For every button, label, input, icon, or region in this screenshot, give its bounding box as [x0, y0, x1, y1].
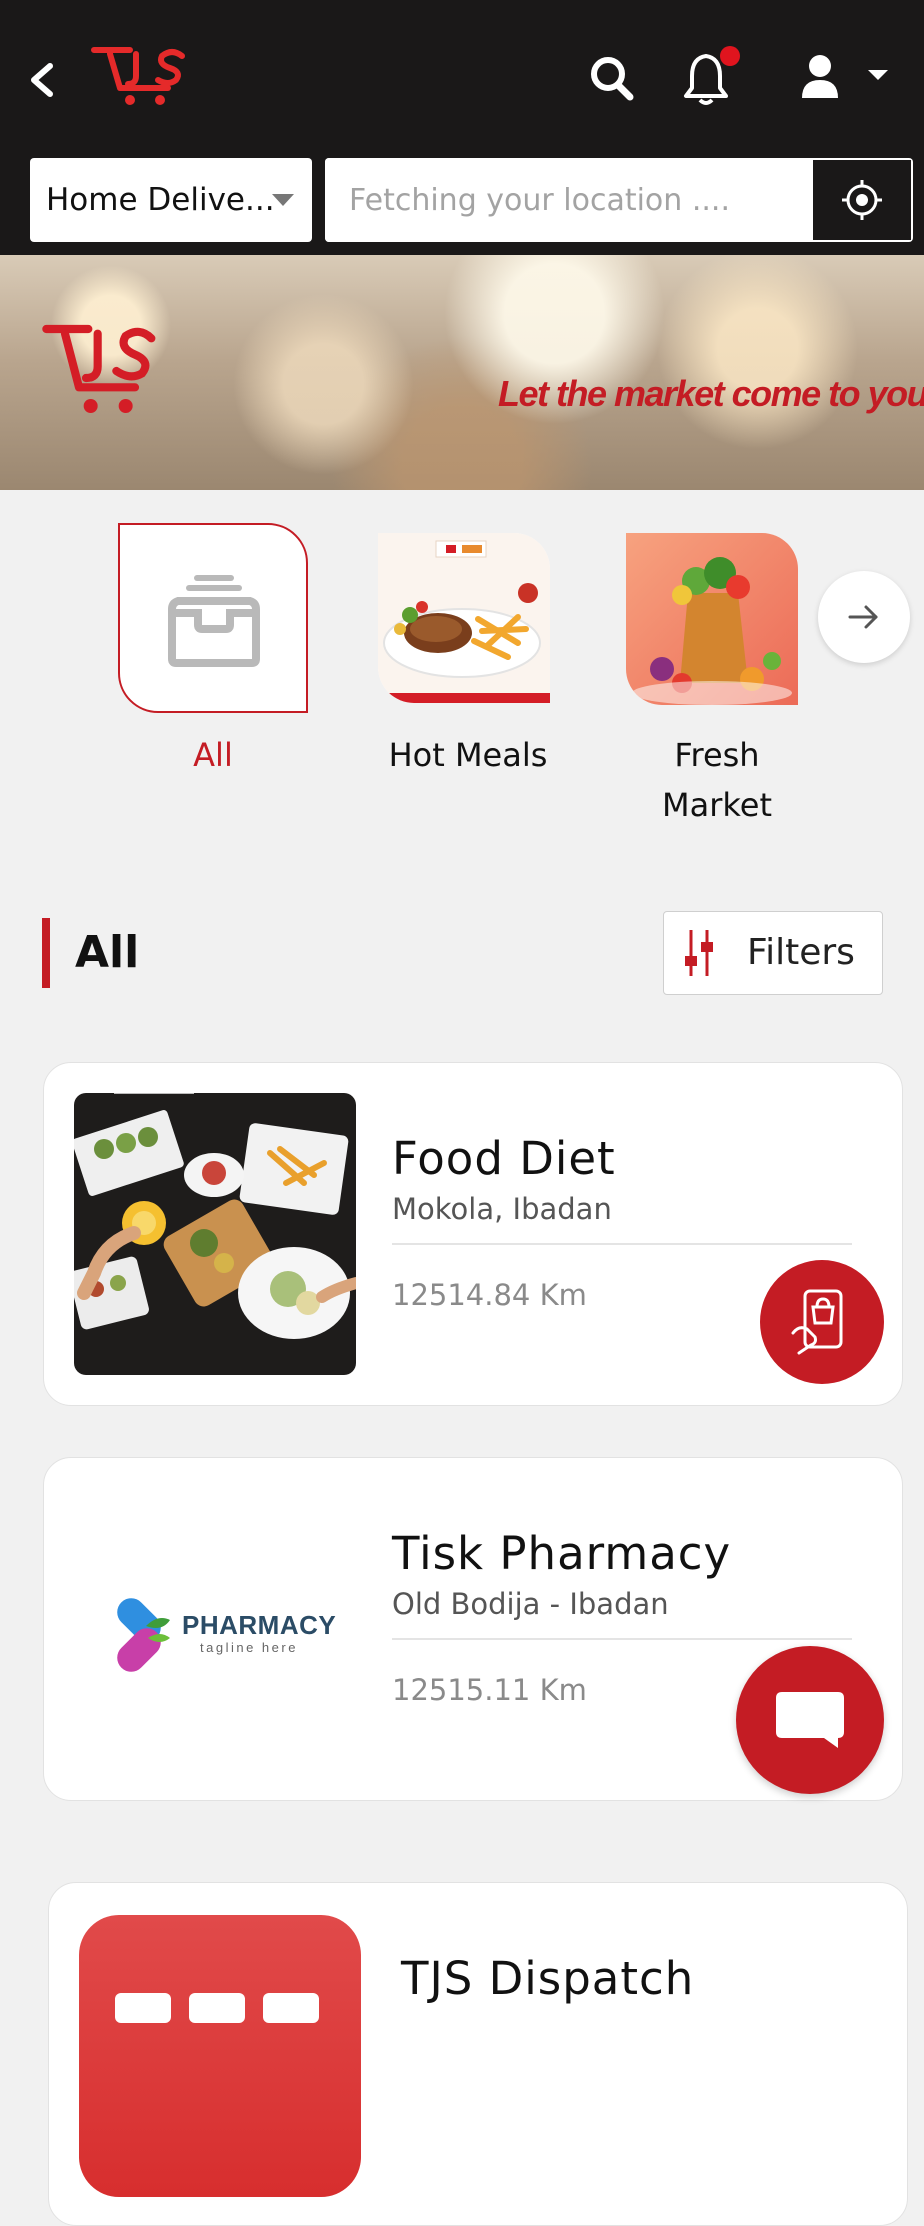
delivery-mode-select[interactable]: Home Delive...: [30, 158, 312, 242]
inbox-icon: [168, 575, 260, 667]
notification-bell-icon[interactable]: [680, 46, 740, 108]
store-name: Food Diet: [392, 1132, 616, 1185]
category-hot-meals-label: Hot Meals: [388, 736, 548, 774]
crosshair-icon: [842, 180, 882, 220]
chat-bubble-icon: [776, 1692, 844, 1748]
category-hot-meals-tile[interactable]: [378, 533, 550, 703]
card-divider: [392, 1638, 852, 1640]
chevron-down-icon: [272, 194, 294, 206]
section-title: All: [75, 927, 140, 978]
pharmacy-logo-tagline: tagline here: [200, 1640, 298, 1655]
store-image-food-diet: [74, 1093, 356, 1375]
arrow-right-icon: [848, 605, 878, 629]
store-name: TJS Dispatch: [401, 1952, 695, 2005]
store-image-tjs-dispatch: [79, 1915, 361, 2197]
store-name: Tisk Pharmacy: [392, 1527, 732, 1580]
categories-next-button[interactable]: [818, 571, 910, 663]
locate-me-button[interactable]: [813, 160, 911, 240]
search-icon[interactable]: [588, 52, 636, 104]
tjs-logo[interactable]: [90, 40, 190, 110]
tjs-banner-logo: [42, 324, 156, 413]
notification-badge: [720, 46, 740, 66]
filters-label: Filters: [747, 932, 855, 973]
category-fresh-market-tile[interactable]: [626, 533, 798, 705]
banner-tagline: Let the market come to you...: [498, 373, 924, 414]
store-image-tisk-pharmacy: PHARMACY tagline here: [74, 1488, 356, 1770]
user-menu-icon[interactable]: [798, 52, 890, 102]
store-distance: 12514.84 Km: [392, 1278, 587, 1312]
card-divider: [392, 1243, 852, 1245]
store-card-tjs-dispatch[interactable]: TJS Dispatch: [48, 1882, 908, 2226]
promo-banner[interactable]: Let the market come to you...: [0, 255, 924, 490]
filter-sliders-icon: [685, 930, 713, 976]
category-all-label: All: [193, 736, 233, 774]
delivery-mode-value: Home Delive...: [46, 182, 275, 218]
store-location: Mokola, Ibadan: [392, 1192, 612, 1226]
location-field: [325, 158, 913, 242]
order-on-phone-button[interactable]: [760, 1260, 884, 1384]
chat-support-button[interactable]: [736, 1646, 884, 1794]
filters-button[interactable]: Filters: [663, 911, 883, 995]
fresh-market-image: [626, 533, 798, 705]
app-header: Home Delive...: [0, 0, 924, 255]
pharmacy-logo-text: PHARMACY: [182, 1610, 337, 1640]
section-accent-bar: [42, 918, 50, 988]
store-location: Old Bodija - Ibadan: [392, 1587, 669, 1621]
back-arrow-icon[interactable]: [24, 56, 60, 104]
category-fresh-market-label: Fresh Market: [662, 736, 772, 824]
store-distance: 12515.11 Km: [392, 1673, 587, 1707]
location-input[interactable]: [325, 158, 813, 242]
hot-meals-image: [378, 533, 550, 703]
mobile-shopping-icon: [791, 1289, 843, 1355]
category-all-tile[interactable]: [118, 523, 308, 713]
